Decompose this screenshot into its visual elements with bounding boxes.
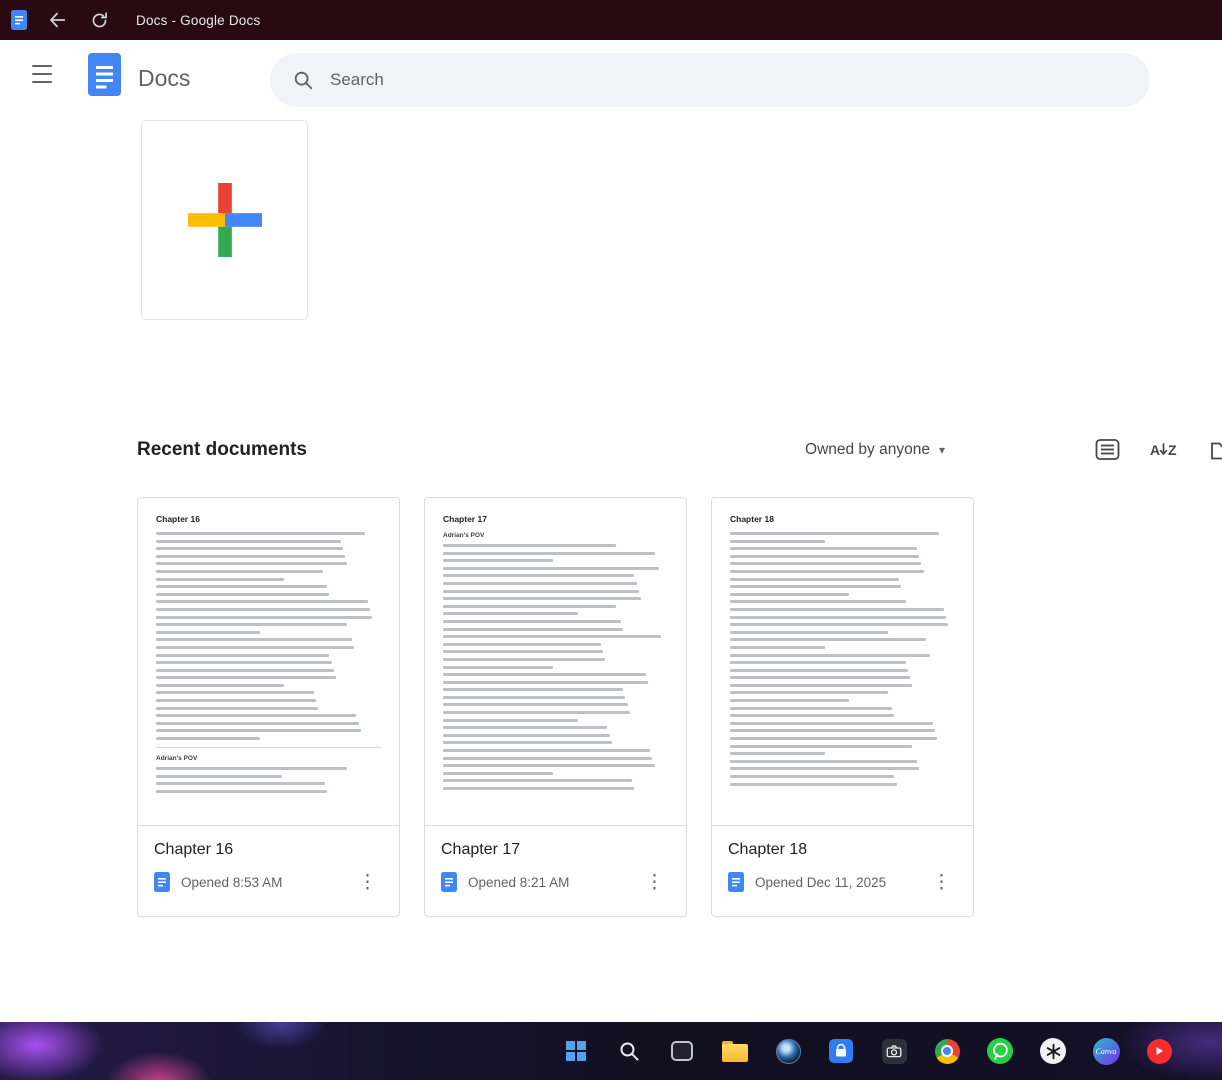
search-input[interactable] xyxy=(330,70,1150,90)
svg-text:Z: Z xyxy=(1168,442,1177,458)
file-explorer-icon[interactable] xyxy=(715,1031,755,1071)
doc-card-footer: Chapter 18 Opened Dec 11, 2025 ⋮ xyxy=(712,826,973,892)
docs-file-icon xyxy=(441,872,457,892)
recent-documents-title: Recent documents xyxy=(137,439,307,461)
template-row xyxy=(0,108,1222,320)
camera-icon[interactable] xyxy=(874,1031,914,1071)
camera-lens-app-icon[interactable] xyxy=(768,1031,808,1071)
svg-text:A: A xyxy=(1150,442,1160,458)
task-view-window-icon[interactable] xyxy=(662,1031,702,1071)
docs-file-icon xyxy=(154,872,170,892)
more-options-icon[interactable]: ⋮ xyxy=(639,873,670,892)
youtube-icon[interactable] xyxy=(1139,1031,1179,1071)
window-title: Docs - Google Docs xyxy=(136,13,260,28)
list-view-icon[interactable] xyxy=(1095,438,1120,461)
doc-title: Chapter 17 xyxy=(441,841,670,859)
doc-thumbnail: Chapter 17Adrian's POV xyxy=(425,498,686,826)
taskbar-icons: Canva xyxy=(556,1031,1179,1071)
microsoft-store-icon[interactable] xyxy=(821,1031,861,1071)
menu-icon[interactable] xyxy=(30,64,54,84)
docs-appbar: Docs xyxy=(0,40,1222,108)
search-icon xyxy=(292,69,314,91)
chatgpt-icon[interactable] xyxy=(1033,1031,1073,1071)
opened-timestamp: Opened 8:21 AM xyxy=(468,875,569,890)
screen: Docs - Google Docs Docs Recent documents… xyxy=(0,0,1222,1080)
whatsapp-icon[interactable] xyxy=(980,1031,1020,1071)
doc-card-chapter-18[interactable]: Chapter 18 Chapter 18 Opened Dec 11, 202… xyxy=(711,497,974,917)
doc-card-chapter-16[interactable]: Chapter 16Adrian's POV Chapter 16 Opened… xyxy=(137,497,400,917)
open-file-picker-folder-icon[interactable] xyxy=(1210,439,1222,461)
search-bar[interactable] xyxy=(270,53,1150,107)
chrome-icon[interactable] xyxy=(927,1031,967,1071)
docs-logo-icon[interactable] xyxy=(88,53,121,101)
blank-document-card[interactable] xyxy=(141,120,308,320)
owned-by-filter-label: Owned by anyone xyxy=(805,441,930,459)
chevron-down-icon: ▾ xyxy=(939,443,945,457)
more-options-icon[interactable]: ⋮ xyxy=(352,873,383,892)
docs-file-icon xyxy=(728,872,744,892)
multicolor-plus-icon xyxy=(188,183,262,257)
canva-label: Canva xyxy=(1096,1047,1117,1056)
taskbar-search-icon[interactable] xyxy=(609,1031,649,1071)
doc-title: Chapter 18 xyxy=(728,841,957,859)
doc-title: Chapter 16 xyxy=(154,841,383,859)
opened-timestamp: Opened Dec 11, 2025 xyxy=(755,875,886,890)
doc-thumbnail: Chapter 18 xyxy=(712,498,973,826)
more-options-icon[interactable]: ⋮ xyxy=(926,873,957,892)
desktop-taskbar: Canva xyxy=(0,1022,1222,1080)
doc-card-chapter-17[interactable]: Chapter 17Adrian's POV Chapter 17 Opened… xyxy=(424,497,687,917)
doc-card-footer: Chapter 16 Opened 8:53 AM ⋮ xyxy=(138,826,399,892)
refresh-icon[interactable] xyxy=(86,7,112,33)
owned-by-filter[interactable]: Owned by anyone ▾ xyxy=(805,441,945,459)
app-name[interactable]: Docs xyxy=(138,65,190,92)
windows-start-icon[interactable] xyxy=(556,1031,596,1071)
recent-documents-header: Recent documents Owned by anyone ▾ AZ xyxy=(137,438,1222,461)
opened-timestamp: Opened 8:53 AM xyxy=(181,875,282,890)
view-options: AZ xyxy=(1095,438,1222,461)
docs-favicon-icon xyxy=(10,10,28,30)
browser-titlebar: Docs - Google Docs xyxy=(0,0,1222,40)
doc-thumbnail: Chapter 16Adrian's POV xyxy=(138,498,399,826)
doc-card-footer: Chapter 17 Opened 8:21 AM ⋮ xyxy=(425,826,686,892)
recent-documents-grid: Chapter 16Adrian's POV Chapter 16 Opened… xyxy=(137,497,1222,917)
canva-icon[interactable]: Canva xyxy=(1086,1031,1126,1071)
back-arrow-icon[interactable] xyxy=(44,7,70,33)
sort-az-icon[interactable]: AZ xyxy=(1150,438,1180,461)
